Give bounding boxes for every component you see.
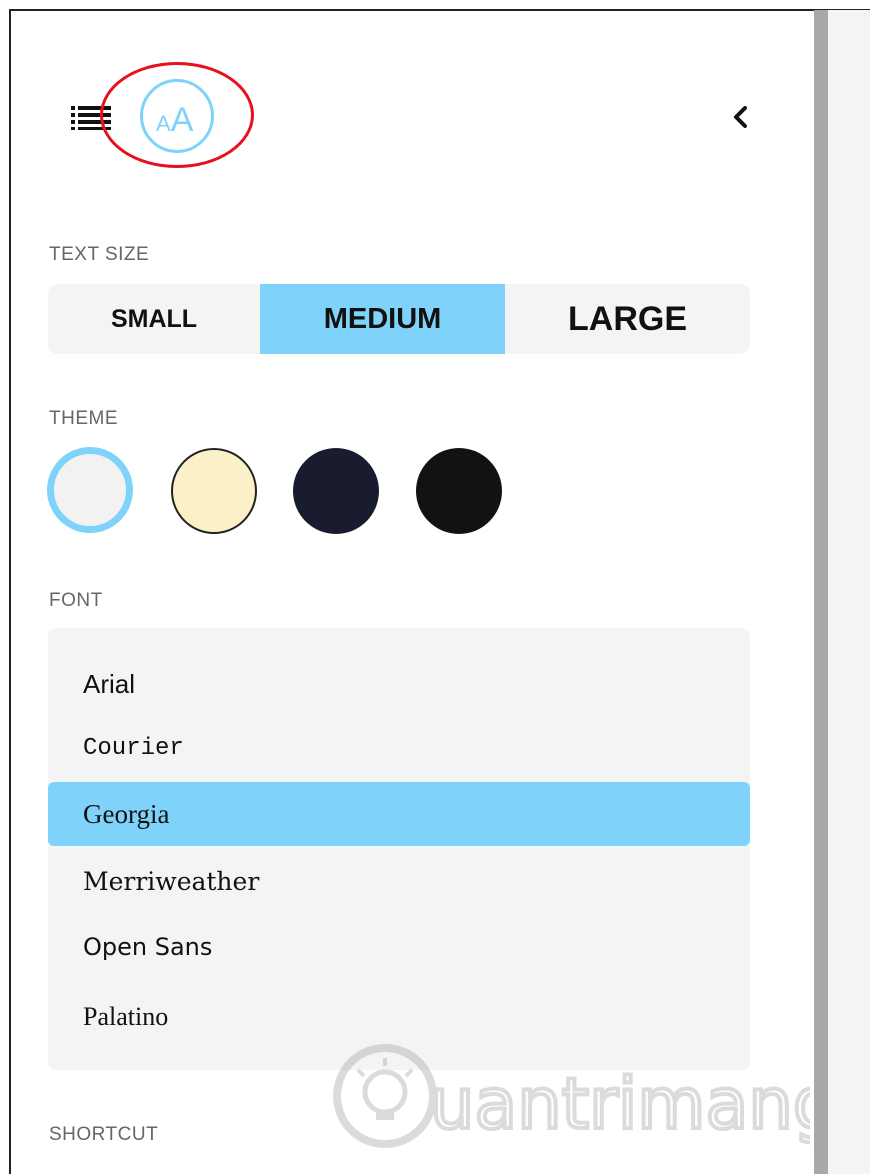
text-size-icon[interactable]: AA bbox=[140, 79, 214, 153]
theme-label: THEME bbox=[49, 408, 118, 429]
list-icon[interactable] bbox=[69, 103, 113, 131]
text-size-large-button[interactable]: LARGE bbox=[505, 284, 750, 354]
theme-dark-swatch[interactable] bbox=[416, 448, 502, 534]
font-option-courier[interactable]: Courier bbox=[48, 716, 750, 780]
text-size-medium-button[interactable]: MEDIUM bbox=[260, 284, 505, 354]
font-option-arial[interactable]: Arial bbox=[48, 652, 750, 716]
chevron-left-icon[interactable] bbox=[728, 103, 752, 131]
text-size-selector: SMALL MEDIUM LARGE bbox=[48, 284, 750, 354]
text-size-small-button[interactable]: SMALL bbox=[48, 284, 260, 354]
font-label: FONT bbox=[49, 590, 103, 611]
panel-divider-scrollbar[interactable] bbox=[814, 10, 828, 1174]
font-option-palatino[interactable]: Palatino bbox=[48, 982, 750, 1052]
font-option-georgia[interactable]: Georgia bbox=[48, 782, 750, 846]
text-size-icon-small-a: AA bbox=[156, 101, 194, 136]
font-option-merriweather[interactable]: Merriweather bbox=[48, 848, 750, 914]
content-area bbox=[828, 10, 870, 1174]
theme-sepia-swatch[interactable] bbox=[171, 448, 257, 534]
theme-navy-swatch[interactable] bbox=[293, 448, 379, 534]
theme-light-swatch[interactable] bbox=[47, 447, 133, 533]
text-size-label: TEXT SIZE bbox=[49, 244, 150, 265]
shortcut-label: SHORTCUT bbox=[49, 1124, 159, 1145]
font-option-open-sans[interactable]: Open Sans bbox=[48, 914, 750, 980]
font-list: Arial Courier Georgia Merriweather Open … bbox=[48, 628, 750, 1070]
